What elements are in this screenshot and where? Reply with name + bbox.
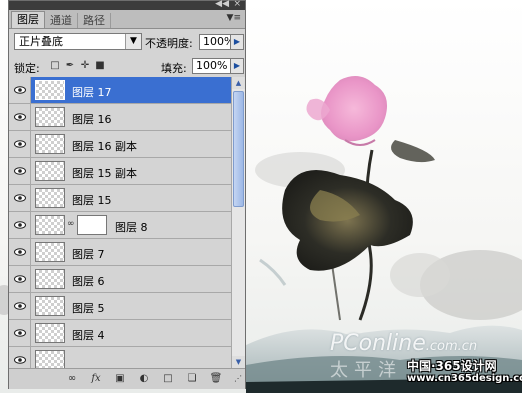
layer-thumbnail	[35, 134, 65, 154]
adjustment-icon[interactable]: ◐	[137, 372, 151, 385]
layer-thumbnail	[35, 323, 65, 343]
eye-icon[interactable]	[9, 104, 31, 130]
layer-name: 图层 15	[72, 194, 112, 207]
layers-panel: ◀◀ × 图层 通道 路径 ▼≡ 正片叠底 ▼ 不透明度: 100% ▶ 锁定:…	[8, 0, 246, 389]
eye-icon[interactable]	[9, 347, 31, 368]
eye-icon[interactable]	[9, 320, 31, 346]
fill-slider-arrow-icon[interactable]: ▶	[230, 58, 244, 74]
lock-row: 锁定: □ ✒ ✛ ■ 填充: 100% ▶	[9, 55, 245, 78]
layer-mask-thumbnail[interactable]	[77, 215, 107, 235]
layer-thumbnail	[35, 269, 65, 289]
tab-layers[interactable]: 图层	[11, 11, 45, 28]
layer-row[interactable]: 图层 15 副本	[9, 158, 231, 185]
eye-icon[interactable]	[9, 239, 31, 265]
layer-name: 图层 16	[72, 113, 112, 126]
layer-thumbnail	[35, 215, 65, 235]
opacity-label: 不透明度:	[145, 37, 193, 50]
lock-move-icon[interactable]: ✛	[79, 60, 91, 72]
layer-name: 图层 6	[72, 275, 105, 288]
group-folder-icon[interactable]: □	[161, 372, 175, 385]
layer-name: 图层 4	[72, 329, 105, 342]
brand-text: PConline	[330, 331, 426, 356]
scroll-thumb[interactable]	[233, 91, 244, 207]
layers-toolbar: ∞ fx ▣ ◐ □ ❏ 🗑 ⋰	[9, 368, 245, 389]
eye-icon[interactable]	[9, 185, 31, 211]
layer-name: 图层 5	[72, 302, 105, 315]
brand-cn-watermark: 太平洋	[330, 360, 402, 381]
layer-row[interactable]: 图层 15	[9, 185, 231, 212]
panel-title-bar: ◀◀ ×	[9, 0, 245, 10]
layers-scrollbar[interactable]: ▲ ▼	[231, 77, 245, 368]
layer-name: 图层 7	[72, 248, 105, 261]
blend-mode-value: 正片叠底	[19, 35, 63, 48]
eye-icon[interactable]	[9, 158, 31, 184]
layer-row[interactable]: ∞ 图层 8	[9, 212, 231, 239]
layer-name: 图层 17	[72, 86, 112, 99]
layer-row[interactable]: 图层 16 副本	[9, 131, 231, 158]
eye-icon[interactable]	[9, 293, 31, 319]
blend-mode-row: 正片叠底 ▼ 不透明度: 100% ▶	[9, 29, 245, 55]
layer-name: 图层 15 副本	[72, 167, 137, 180]
layer-name: 图层 8	[115, 221, 148, 234]
layer-thumbnail	[35, 350, 65, 368]
lock-transparent-icon[interactable]: □	[49, 60, 61, 72]
site-url-watermark: www.cn365design.com	[407, 373, 522, 384]
site-cn-watermark: 中国·365设计网	[407, 359, 497, 373]
layer-thumbnail	[35, 80, 65, 100]
resize-grip-icon[interactable]: ⋰	[231, 372, 245, 385]
fx-icon[interactable]: fx	[89, 372, 103, 385]
layer-thumbnail	[35, 188, 65, 208]
fill-input[interactable]: 100%	[192, 58, 232, 74]
close-icon[interactable]: ×	[233, 0, 241, 10]
link-icon[interactable]: ∞	[65, 372, 79, 385]
scroll-up-icon[interactable]: ▲	[232, 77, 245, 89]
layer-row[interactable]: 图层 16	[9, 104, 231, 131]
layer-row[interactable]: 图层 6	[9, 266, 231, 293]
eye-icon[interactable]	[9, 212, 31, 238]
layer-row[interactable]: 图层 4	[9, 320, 231, 347]
chevron-down-icon: ▼	[125, 34, 141, 49]
fill-label: 填充:	[161, 62, 187, 75]
lock-brush-icon[interactable]: ✒	[64, 60, 76, 72]
layer-thumbnail	[35, 242, 65, 262]
trash-icon[interactable]: 🗑	[209, 372, 223, 385]
blend-mode-select[interactable]: 正片叠底 ▼	[14, 33, 142, 50]
brand-watermark: PConline.com.cn	[330, 331, 477, 356]
link-chain-icon[interactable]: ∞	[67, 219, 75, 229]
layer-thumbnail	[35, 107, 65, 127]
layer-row[interactable]: 图层 5	[9, 293, 231, 320]
tab-paths[interactable]: 路径	[78, 13, 111, 28]
layer-mask-icon[interactable]: ▣	[113, 372, 127, 385]
lock-label: 锁定:	[14, 62, 40, 75]
new-layer-icon[interactable]: ❏	[185, 372, 199, 385]
opacity-slider-arrow-icon[interactable]: ▶	[230, 34, 244, 50]
layer-thumbnail	[35, 161, 65, 181]
lock-all-icon[interactable]: ■	[94, 60, 106, 72]
double-chevron-icon[interactable]: ◀◀	[215, 0, 229, 10]
layer-thumbnail	[35, 296, 65, 316]
layer-row[interactable]	[9, 347, 231, 368]
layer-row[interactable]: 图层 7	[9, 239, 231, 266]
scroll-down-icon[interactable]: ▼	[232, 356, 245, 368]
panel-menu-icon[interactable]: ▼≡	[227, 13, 241, 23]
layers-list: 图层 17 图层 16 图层 16 副本 图层 15 副本 图层 15 ∞ 图层…	[9, 77, 231, 368]
layer-row[interactable]: 图层 17	[9, 77, 231, 104]
brand-suffix: .com.cn	[425, 339, 478, 354]
layer-name: 图层 16 副本	[72, 140, 137, 153]
eye-icon[interactable]	[9, 131, 31, 157]
eye-icon[interactable]	[9, 266, 31, 292]
eye-icon[interactable]	[9, 77, 31, 103]
tab-channels[interactable]: 通道	[45, 13, 78, 28]
panel-tab-row: 图层 通道 路径 ▼≡	[9, 10, 245, 29]
